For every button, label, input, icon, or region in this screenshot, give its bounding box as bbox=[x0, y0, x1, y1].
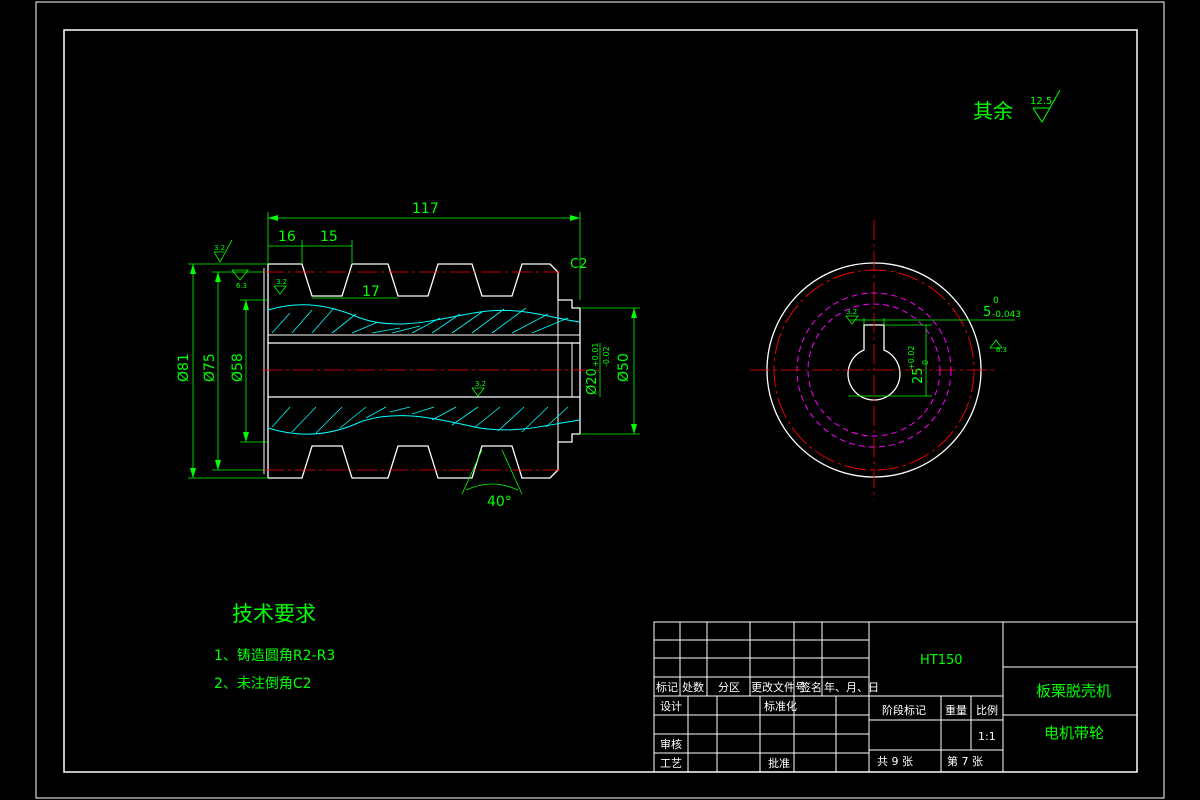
tb-process: 工艺 bbox=[660, 757, 682, 770]
tech-title: 技术要求 bbox=[232, 602, 316, 626]
dim-tol20-upper: +0.01 bbox=[591, 342, 600, 367]
rough-63-b: 6.3 bbox=[996, 346, 1007, 354]
tb-h-mark: 标记 bbox=[656, 680, 678, 694]
key-width: 5 bbox=[983, 305, 991, 320]
dim-tol20-lower: -0.02 bbox=[602, 346, 611, 367]
rough-32-a: 3.2 bbox=[214, 244, 225, 252]
tb-h-sign: 签名 bbox=[800, 680, 822, 694]
dim-dia50: Ø50 bbox=[616, 353, 632, 382]
dim-15: 15 bbox=[320, 229, 338, 245]
dim-overall-length: 117 bbox=[412, 201, 439, 217]
pulley-outline-top bbox=[268, 263, 580, 309]
tb-h-zone: 分区 bbox=[718, 681, 740, 694]
dim-dia58: Ø58 bbox=[230, 353, 246, 382]
tb-stage: 阶段标记 bbox=[882, 703, 926, 717]
tb-scale-label: 比例 bbox=[976, 703, 998, 717]
end-view-dims bbox=[848, 318, 1015, 397]
tb-h-date: 年、月、日 bbox=[824, 680, 879, 694]
end-view bbox=[750, 220, 998, 500]
tb-standard: 标准化 bbox=[764, 699, 797, 713]
tb-h-doc: 更改文件号 bbox=[751, 680, 806, 694]
tb-sheet: 第 7 张 bbox=[947, 754, 983, 768]
tb-scale: 1:1 bbox=[978, 730, 996, 743]
tech-item-1: 1、铸造圆角R2-R3 bbox=[214, 648, 335, 664]
break-line-bottom bbox=[267, 415, 581, 435]
tb-review: 审核 bbox=[660, 737, 682, 751]
dim-dia20: Ø20 bbox=[585, 368, 600, 395]
pulley-outline-bottom bbox=[268, 433, 580, 479]
key-width-tol-upper: 0 bbox=[993, 296, 999, 306]
dim-angle: 40° bbox=[487, 494, 512, 510]
section-view bbox=[262, 263, 600, 479]
tb-design: 设计 bbox=[660, 700, 682, 713]
rough-32-c: 3.2 bbox=[475, 380, 486, 388]
tb-total: 共 9 张 bbox=[877, 755, 913, 768]
tb-weight: 重量 bbox=[945, 703, 967, 717]
dimension-arrows bbox=[190, 215, 637, 478]
rough-32-b: 3.2 bbox=[276, 278, 287, 286]
break-line-top bbox=[267, 304, 581, 325]
key-depth-tol-lower: 0 bbox=[921, 360, 930, 365]
dim-c2-top: C2 bbox=[570, 257, 587, 272]
dim-16: 16 bbox=[278, 229, 296, 245]
roughness-value: 12.5 bbox=[1030, 96, 1052, 107]
tb-h-count: 处数 bbox=[682, 681, 704, 694]
tb-approve: 批准 bbox=[768, 756, 790, 770]
rough-63-a: 6.3 bbox=[236, 282, 247, 290]
tech-item-2: 2、未注倒角C2 bbox=[214, 676, 312, 692]
section-hatching bbox=[271, 307, 569, 434]
key-depth-tol: +0.02 bbox=[907, 345, 916, 370]
dim-dia81: Ø81 bbox=[176, 353, 192, 382]
drawing-canvas: 其余 12.5 117 16 15 17 C2 40° Ø81 Ø75 Ø58 … bbox=[35, 1, 1165, 799]
roughness-label: 其余 bbox=[973, 99, 1013, 123]
dim-dia75: Ø75 bbox=[202, 353, 218, 382]
dim-17: 17 bbox=[362, 284, 380, 300]
tb-material: HT150 bbox=[920, 653, 963, 668]
tb-part: 电机带轮 bbox=[1044, 724, 1104, 742]
key-width-tol: -0.043 bbox=[992, 310, 1021, 320]
tb-machine: 板栗脱壳机 bbox=[1036, 682, 1111, 700]
